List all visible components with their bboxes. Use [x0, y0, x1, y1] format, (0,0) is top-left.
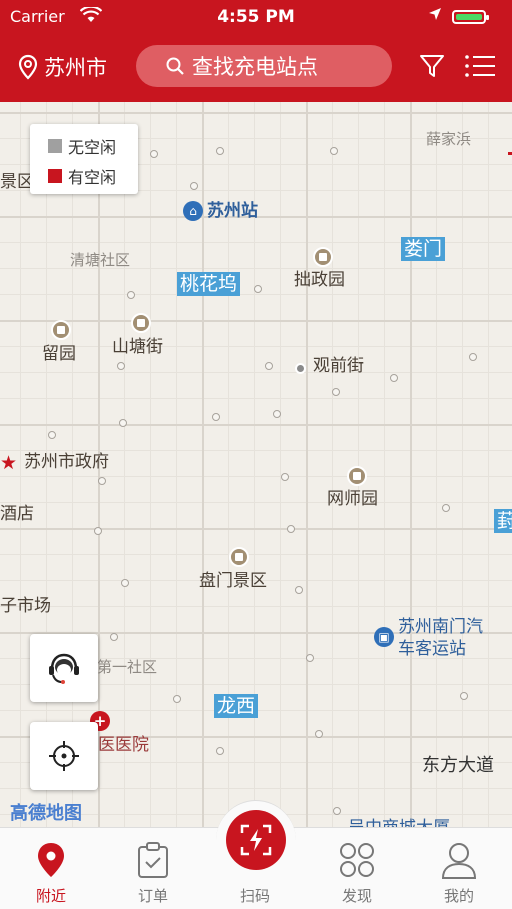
nav-bar: 苏州市 查找充电站点	[0, 34, 512, 102]
scenic-poi-icon	[51, 320, 71, 340]
search-placeholder: 查找充电站点	[192, 55, 318, 79]
status-bar: Carrier 4:55 PM	[0, 0, 512, 34]
map-provider-logo: 高德地图	[10, 803, 82, 824]
map-label[interactable]: 苏州市政府	[24, 452, 109, 472]
scenic-poi-icon	[313, 247, 333, 267]
metro-station-label[interactable]: 龙西	[214, 694, 259, 718]
location-pin-icon	[38, 843, 64, 877]
list-view-icon[interactable]	[464, 52, 496, 84]
scenic-poi-icon	[229, 547, 249, 567]
metro-station-label[interactable]: 桃花坞	[177, 272, 241, 296]
headset-icon	[49, 653, 79, 684]
map-label[interactable]: 盘门景区	[199, 571, 267, 591]
scenic-poi-icon	[347, 466, 367, 486]
city-selector[interactable]: 苏州市	[18, 52, 107, 82]
discover-grid-icon	[340, 843, 374, 877]
map-view[interactable]: 薛家浜 景区 ⌂ 苏州站 清塘社区 娄门 桃花坞 拙政园 留园 山塘街 观前街 …	[0, 102, 512, 827]
city-label: 苏州市	[44, 56, 107, 80]
bus-station-icon: ▣	[374, 627, 394, 647]
government-star-icon: ★	[0, 452, 18, 474]
profile-icon	[441, 843, 477, 879]
availability-legend: 无空闲 有空闲	[30, 124, 138, 194]
tab-orders[interactable]: 订单	[102, 828, 204, 909]
metro-station-label[interactable]: 葑	[494, 509, 512, 533]
clipboard-icon	[138, 842, 168, 878]
map-label: 子市场	[0, 596, 51, 616]
map-label[interactable]: 苏州站	[207, 201, 258, 221]
map-label: 清塘社区	[70, 251, 131, 269]
search-bar[interactable]: 查找充电站点	[136, 45, 392, 87]
map-label[interactable]: 山塘街	[112, 337, 163, 357]
search-icon	[166, 57, 184, 75]
legend-swatch	[48, 169, 62, 183]
locate-me-button[interactable]	[30, 722, 98, 790]
map-label: 酒店	[0, 504, 34, 524]
tab-nearby[interactable]: 附近	[0, 828, 102, 909]
map-label: 薛家浜	[426, 130, 472, 148]
map-label: 吴中商城大厦	[348, 818, 450, 827]
tab-profile[interactable]: 我的	[408, 828, 510, 909]
map-label: 景区	[0, 172, 34, 192]
customer-service-button[interactable]	[30, 634, 98, 702]
scan-charge-button[interactable]	[226, 810, 286, 870]
scan-charge-icon	[240, 824, 272, 856]
battery-icon	[452, 10, 489, 24]
legend-item-unavailable: 无空闲	[48, 134, 116, 158]
legend-item-available: 有空闲	[48, 164, 116, 188]
metro-station-label[interactable]: 娄门	[401, 237, 446, 261]
filter-icon[interactable]	[418, 52, 446, 84]
legend-swatch	[48, 139, 62, 153]
map-label[interactable]: 观前街	[313, 356, 364, 376]
scenic-poi-icon	[131, 313, 151, 333]
location-pin-icon	[18, 54, 38, 80]
tab-discover[interactable]: 发现	[306, 828, 408, 909]
railway-station-icon: ⌂	[183, 201, 203, 221]
map-label[interactable]: 苏州南门汽	[398, 617, 483, 637]
crosshair-icon	[49, 741, 79, 771]
map-label[interactable]: 车客运站	[398, 639, 466, 659]
map-label[interactable]: 拙政园	[294, 270, 345, 290]
location-arrow-icon	[428, 7, 442, 25]
poi-dot-icon	[295, 363, 306, 374]
map-label[interactable]: 网师园	[327, 489, 378, 509]
road-label: 东方大道	[422, 755, 494, 776]
map-label[interactable]: 留园	[42, 344, 76, 364]
